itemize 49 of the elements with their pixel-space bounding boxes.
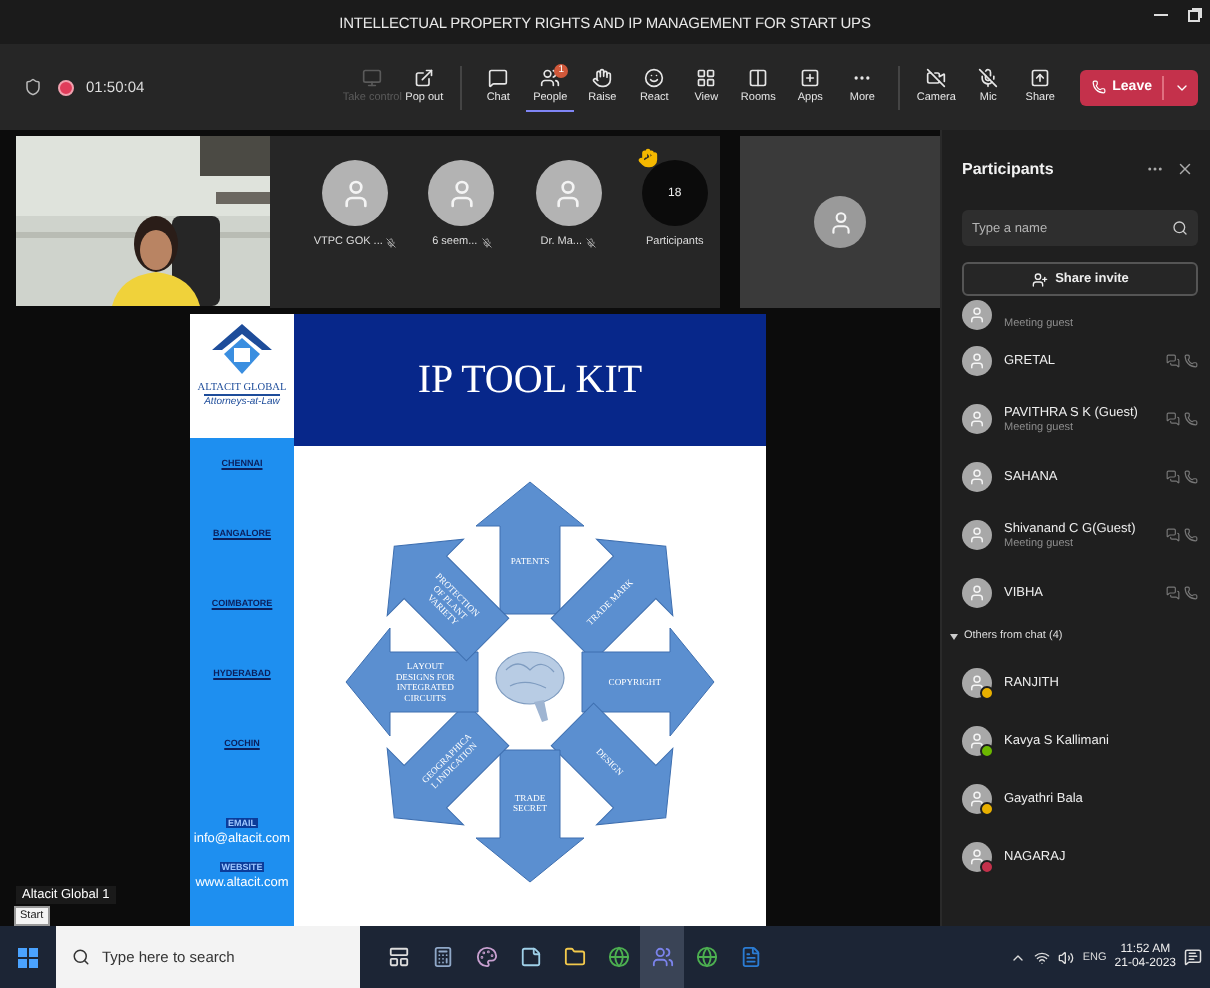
brain-drawing <box>495 651 565 722</box>
person-icon <box>968 526 986 544</box>
person-icon <box>968 306 986 324</box>
paint-icon <box>475 946 497 968</box>
person-icon <box>968 468 986 486</box>
chat-icon <box>488 67 509 87</box>
person-icon <box>968 352 986 370</box>
person-icon <box>968 848 986 866</box>
minimize-icon[interactable] <box>1154 8 1168 22</box>
shield-icon <box>24 78 42 96</box>
phone-icon[interactable] <box>1184 528 1198 542</box>
phone-icon[interactable] <box>1184 412 1198 426</box>
phone-icon <box>1092 80 1107 94</box>
close-icon[interactable] <box>1176 159 1194 177</box>
chat-icon[interactable] <box>1166 470 1180 484</box>
phone-icon[interactable] <box>1184 354 1198 368</box>
mic-off-icon <box>481 237 492 247</box>
notifications-icon[interactable] <box>1184 948 1202 966</box>
chat-icon[interactable] <box>1166 412 1180 426</box>
chat-icon[interactable] <box>1166 354 1180 368</box>
phone-icon[interactable] <box>1184 470 1198 484</box>
chat-icon[interactable] <box>1166 586 1180 600</box>
person-icon <box>339 177 372 209</box>
mic-off-icon <box>386 237 397 247</box>
search-icon <box>72 948 90 966</box>
person-icon <box>552 177 585 209</box>
person-icon <box>968 790 986 808</box>
chat-icon[interactable] <box>1166 528 1180 542</box>
search-icon <box>1172 220 1188 236</box>
calculator-icon <box>431 946 453 968</box>
person-icon <box>827 209 853 235</box>
person-icon <box>968 410 986 428</box>
person-icon <box>968 674 986 692</box>
task-view-icon <box>387 946 409 968</box>
add-person-icon <box>1031 271 1048 287</box>
restore-icon[interactable] <box>1188 8 1202 22</box>
person-icon <box>968 732 986 750</box>
mic-off-icon <box>586 237 597 247</box>
people-icon <box>540 67 561 87</box>
slide-title: IP TOOL KIT <box>417 357 643 403</box>
person-icon <box>445 177 478 209</box>
person-icon <box>968 584 986 602</box>
windows-icon <box>18 947 38 967</box>
folder-icon <box>563 946 585 968</box>
phone-icon[interactable] <box>1184 586 1198 600</box>
volume-icon[interactable] <box>1058 949 1075 965</box>
panel-title: Participants <box>962 159 1054 177</box>
teams-taskbar-icon[interactable] <box>640 926 684 988</box>
network-icon[interactable] <box>1034 949 1051 965</box>
